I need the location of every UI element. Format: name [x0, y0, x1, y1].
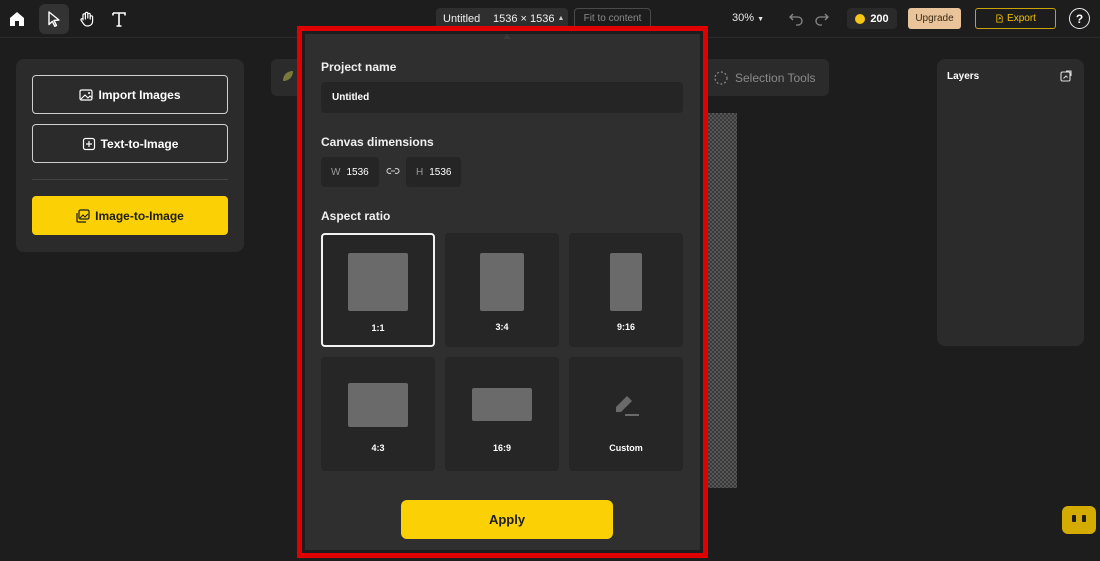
canvas-size-dropdown[interactable]: 1536 × 1536: [491, 13, 554, 25]
ratio-preview-landscape: [348, 383, 408, 427]
text-tool-button[interactable]: [104, 4, 134, 34]
ratio-preview-square: [348, 253, 408, 311]
import-images-button[interactable]: Import Images: [32, 75, 228, 114]
height-field[interactable]: H 1536: [406, 157, 461, 187]
height-value: 1536: [429, 166, 452, 178]
export-button[interactable]: Export: [975, 8, 1056, 29]
lasso-select-icon: [714, 71, 728, 85]
project-name-input[interactable]: Untitled: [321, 82, 683, 113]
layers-panel: Layers: [937, 59, 1084, 346]
text-t-icon: [112, 12, 126, 27]
project-title[interactable]: Untitled: [436, 13, 491, 25]
image-icon: [79, 88, 94, 101]
redo-icon[interactable]: [814, 10, 830, 26]
ratio-label: 3:4: [495, 322, 509, 332]
ratio-label: 4:3: [371, 443, 385, 453]
cursor-arrow-icon: [48, 11, 60, 27]
leaf-icon[interactable]: [281, 69, 295, 83]
chat-assistant-button[interactable]: [1062, 506, 1096, 534]
hand-icon: [80, 11, 94, 27]
project-name-label: Project name: [321, 60, 397, 74]
upgrade-button[interactable]: Upgrade: [908, 8, 961, 29]
aspect-ratio-9-16[interactable]: 9:16: [569, 233, 683, 347]
export-file-icon: [996, 14, 1003, 23]
zoom-dropdown[interactable]: 30% ▼: [732, 12, 764, 24]
selection-tools-label: Selection Tools: [735, 71, 816, 85]
canvas-area[interactable]: [706, 113, 737, 488]
help-button[interactable]: ?: [1069, 8, 1090, 29]
image-to-image-label: Image-to-Image: [95, 208, 184, 223]
canvas-settings-modal: Project name Untitled Canvas dimensions …: [297, 26, 708, 558]
ratio-preview-wide: [472, 388, 532, 421]
aspect-ratio-4-3[interactable]: 4:3: [321, 357, 435, 471]
zoom-value: 30%: [732, 12, 755, 24]
height-key: H: [416, 166, 424, 178]
export-label: Export: [1007, 13, 1036, 24]
aspect-ratio-custom[interactable]: Custom: [569, 357, 683, 471]
ratio-label: 16:9: [492, 443, 511, 453]
pan-tool-button[interactable]: [72, 4, 102, 34]
chat-eye-left: [1072, 515, 1076, 522]
home-icon: [10, 12, 24, 26]
canvas-dimensions-label: Canvas dimensions: [321, 135, 434, 149]
selection-tools-button[interactable]: Selection Tools: [713, 70, 816, 86]
aspect-ratio-3-4[interactable]: 3:4: [445, 233, 559, 347]
aspect-ratio-1-1[interactable]: 1:1: [321, 233, 435, 347]
chevron-down-icon: ▼: [757, 16, 765, 23]
images-stack-icon: [76, 208, 90, 223]
credits-badge[interactable]: 200: [847, 8, 897, 29]
image-to-image-button[interactable]: Image-to-Image: [32, 196, 228, 235]
ratio-label: 9:16: [616, 322, 635, 332]
ratio-label: Custom: [609, 443, 643, 453]
home-button[interactable]: [2, 4, 32, 34]
undo-icon[interactable]: [788, 10, 804, 26]
ratio-label: 1:1: [371, 323, 385, 333]
width-key: W: [331, 166, 341, 178]
divider: [32, 179, 228, 180]
text-to-image-label: Text-to-Image: [100, 136, 179, 151]
width-value: 1536: [346, 166, 369, 178]
caret-pointer-icon: [503, 34, 511, 39]
pencil-icon: [616, 396, 639, 416]
layers-title: Layers: [947, 71, 980, 82]
apply-button[interactable]: Apply: [401, 500, 613, 539]
credits-count: 200: [870, 12, 889, 25]
aspect-ratio-label: Aspect ratio: [321, 209, 391, 223]
text-to-image-button[interactable]: Text-to-Image: [32, 124, 228, 163]
plus-box-icon: [82, 137, 95, 150]
left-panel: Import Images Text-to-Image Image-to-Ima…: [16, 59, 244, 252]
chat-eye-right: [1082, 515, 1086, 522]
chevron-up-icon: ▲: [557, 15, 565, 22]
aspect-ratio-16-9[interactable]: 16:9: [445, 357, 559, 471]
ratio-preview-tall: [610, 253, 642, 311]
coin-icon: [855, 13, 866, 24]
modal-body: Project name Untitled Canvas dimensions …: [305, 34, 700, 550]
import-images-label: Import Images: [98, 87, 181, 102]
select-tool-button[interactable]: [39, 4, 69, 34]
ratio-preview-portrait: [480, 253, 524, 311]
width-field[interactable]: W 1536: [321, 157, 379, 187]
add-layer-icon[interactable]: [1060, 70, 1072, 82]
link-ratio-icon[interactable]: [386, 164, 400, 178]
